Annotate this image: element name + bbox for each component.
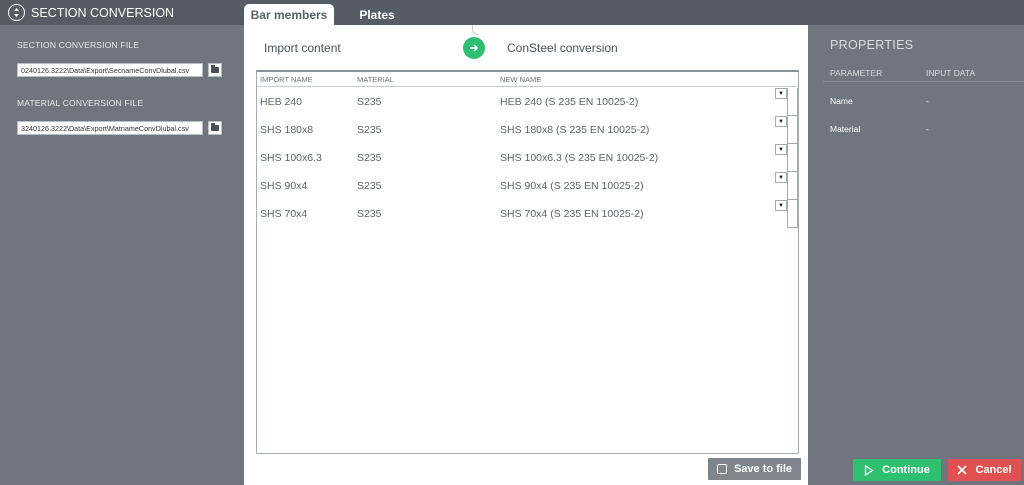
- col-material: MATERIAL: [357, 75, 394, 84]
- material-cell: S235: [357, 152, 382, 164]
- new-name-dropdown[interactable]: ▼: [775, 116, 787, 127]
- arrow-right-icon: [463, 37, 485, 59]
- property-value: -: [926, 96, 929, 106]
- conversion-icon: [8, 4, 25, 21]
- new-name-cell: SHS 180x8 (S 235 EN 10025-2): [500, 124, 650, 136]
- continue-button[interactable]: Continue: [853, 459, 941, 481]
- new-name-cell: HEB 240 (S 235 EN 10025-2): [500, 96, 639, 108]
- properties-title: PROPERTIES: [830, 38, 914, 52]
- close-icon: [957, 465, 968, 475]
- section-file-label: SECTION CONVERSION FILE: [17, 40, 140, 50]
- consteel-conversion-label: ConSteel conversion: [507, 41, 618, 55]
- material-browse-button[interactable]: [208, 121, 222, 135]
- app-title: SECTION CONVERSION: [8, 4, 174, 21]
- title-bar: SECTION CONVERSION: [0, 0, 1024, 25]
- folder-icon: [211, 65, 219, 73]
- table-header: IMPORT NAME MATERIAL NEW NAME: [257, 72, 798, 87]
- material-file-label: MATERIAL CONVERSION FILE: [17, 98, 144, 108]
- table-row[interactable]: SHS 100x6.3 S235 SHS 100x6.3 (S 235 EN 1…: [257, 144, 798, 172]
- folder-icon: [211, 123, 219, 131]
- conversion-table: IMPORT NAME MATERIAL NEW NAME HEB 240 S2…: [256, 70, 799, 454]
- save-icon: [716, 464, 727, 474]
- dropdown-strip: [787, 88, 798, 116]
- table-row[interactable]: HEB 240 S235 HEB 240 (S 235 EN 10025-2) …: [257, 88, 798, 116]
- table-row[interactable]: SHS 180x8 S235 SHS 180x8 (S 235 EN 10025…: [257, 116, 798, 144]
- import-name-cell: HEB 240: [260, 96, 303, 108]
- new-name-dropdown[interactable]: ▼: [775, 172, 787, 183]
- section-browse-button[interactable]: [208, 63, 222, 77]
- conversion-panel: Import content ConSteel conversion IMPOR…: [244, 25, 808, 485]
- cancel-label: Cancel: [975, 464, 1012, 476]
- dropdown-strip: [787, 172, 798, 200]
- col-new-name: NEW NAME: [500, 75, 542, 84]
- material-cell: S235: [357, 208, 382, 220]
- new-name-cell: SHS 90x4 (S 235 EN 10025-2): [500, 180, 644, 192]
- properties-divider: [823, 81, 1024, 82]
- tab-connector: [472, 25, 478, 35]
- left-panel: [0, 25, 244, 485]
- tab-plates[interactable]: Plates: [346, 4, 408, 25]
- new-name-dropdown[interactable]: ▼: [775, 144, 787, 155]
- dropdown-strip: [787, 200, 798, 228]
- dropdown-strip: [787, 116, 798, 144]
- property-name: Material: [830, 124, 861, 134]
- new-name-cell: SHS 100x6.3 (S 235 EN 10025-2): [500, 152, 659, 164]
- input-data-column-header: INPUT DATA: [926, 68, 976, 78]
- import-content-label: Import content: [264, 41, 341, 55]
- save-to-file-label: Save to file: [733, 463, 793, 475]
- material-cell: S235: [357, 96, 382, 108]
- import-name-cell: SHS 100x6.3: [260, 152, 322, 164]
- table-row[interactable]: SHS 70x4 S235 SHS 70x4 (S 235 EN 10025-2…: [257, 200, 798, 228]
- col-import-name: IMPORT NAME: [260, 75, 313, 84]
- section-file-field[interactable]: 0240126.3222\Data\Export\SecnameConvDlub…: [17, 63, 203, 77]
- save-to-file-button[interactable]: Save to file: [708, 458, 801, 480]
- cancel-button[interactable]: Cancel: [948, 459, 1021, 481]
- tab-bar-members[interactable]: Bar members: [244, 4, 334, 25]
- parameter-column-header: PARAMETER: [830, 68, 883, 78]
- property-name: Name: [830, 96, 853, 106]
- new-name-cell: SHS 70x4 (S 235 EN 10025-2): [500, 208, 644, 220]
- material-file-field[interactable]: 3240126.3222\Data\Export\MatnameConvDlub…: [17, 121, 203, 135]
- import-name-cell: SHS 90x4: [260, 180, 308, 192]
- new-name-dropdown[interactable]: ▼: [775, 200, 787, 211]
- material-cell: S235: [357, 180, 382, 192]
- import-name-cell: SHS 70x4: [260, 208, 308, 220]
- import-name-cell: SHS 180x8: [260, 124, 314, 136]
- dropdown-strip: [787, 144, 798, 172]
- material-cell: S235: [357, 124, 382, 136]
- play-icon: [865, 464, 874, 476]
- continue-label: Continue: [882, 464, 930, 476]
- app-title-text: SECTION CONVERSION: [31, 5, 175, 20]
- property-value: -: [926, 124, 929, 134]
- new-name-dropdown[interactable]: ▼: [775, 88, 787, 99]
- table-row[interactable]: SHS 90x4 S235 SHS 90x4 (S 235 EN 10025-2…: [257, 172, 798, 200]
